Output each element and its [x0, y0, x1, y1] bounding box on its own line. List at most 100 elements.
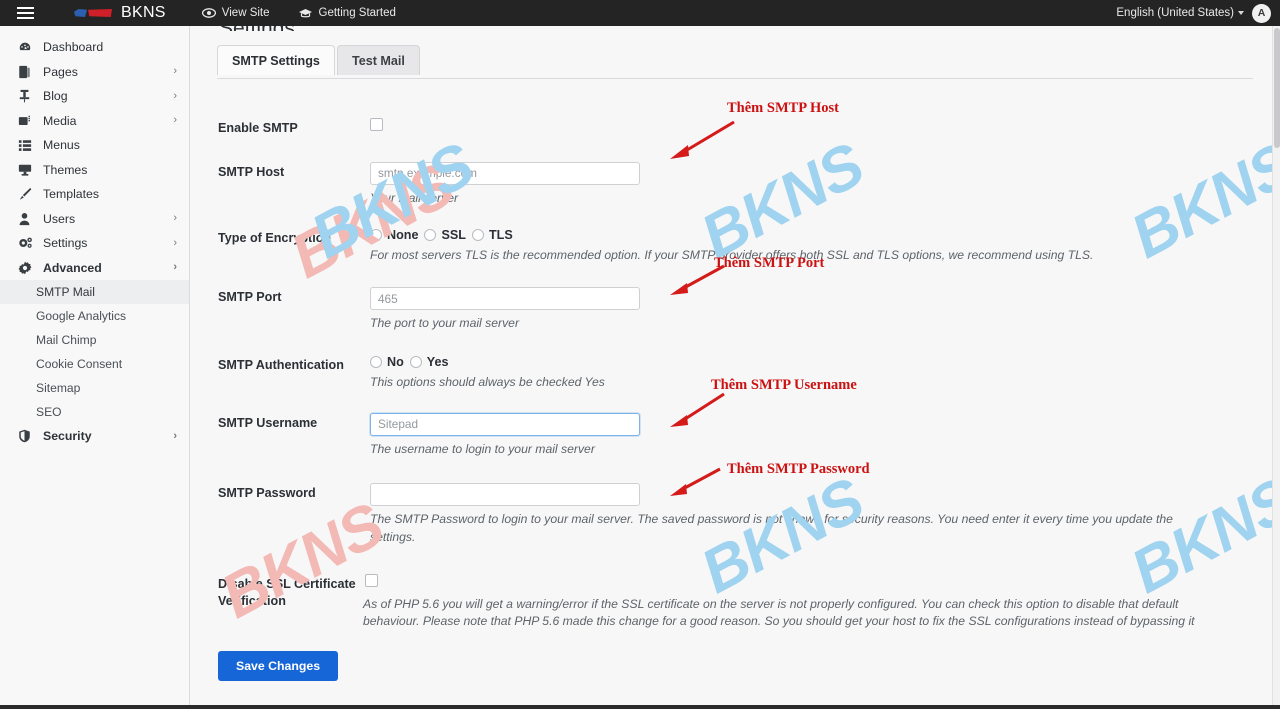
smtp-port-input[interactable]	[370, 287, 640, 311]
user-icon	[18, 212, 38, 226]
encryption-option-ssl[interactable]: SSL	[424, 228, 466, 242]
sidebar-subitem-label: SMTP Mail	[36, 285, 95, 299]
smtp-host-help: Your mail server	[370, 190, 459, 205]
getting-started-link[interactable]: Getting Started	[298, 7, 396, 19]
sidebar-item-dashboard[interactable]: Dashboard	[0, 35, 189, 60]
smtp-auth-option-yes[interactable]: Yes	[409, 354, 449, 369]
field-row-disable-ssl: Disable SSL Certificate Verification As …	[191, 573, 1272, 631]
sidebar-item-smtp-mail[interactable]: SMTP Mail	[0, 280, 189, 304]
graduation-cap-icon	[298, 8, 313, 19]
sidebar-item-label: Media	[43, 113, 77, 128]
smtp-port-help: The port to your mail server	[370, 316, 520, 331]
tab-smtp-settings[interactable]: SMTP Settings	[217, 45, 335, 75]
annotation-smtp-host: Thêm SMTP Host	[727, 100, 839, 116]
sidebar-item-advanced[interactable]: Advanced ›	[0, 256, 189, 281]
encryption-label: Type of Encryption	[218, 230, 332, 245]
sidebar-item-users[interactable]: Users ›	[0, 207, 189, 232]
shield-icon	[18, 429, 38, 443]
arrow-smtp-host-icon	[670, 120, 735, 159]
radio-icon	[370, 355, 382, 368]
smtp-auth-option-no[interactable]: No	[370, 355, 404, 369]
tab-test-mail[interactable]: Test Mail	[336, 45, 420, 75]
sidebar-subitem-label: Google Analytics	[36, 309, 127, 323]
smtp-password-help: The SMTP Password to login to your mail …	[370, 512, 1173, 544]
pin-icon	[18, 89, 38, 103]
smtp-username-label: SMTP Username	[218, 415, 318, 430]
hamburger-icon[interactable]	[8, 0, 42, 26]
language-label: English (United States)	[1116, 7, 1234, 19]
encryption-radio-group: None SSL TLS	[370, 228, 1272, 242]
speedometer-icon	[18, 40, 38, 54]
sidebar-subitem-label: Mail Chimp	[36, 333, 97, 347]
view-site-link[interactable]: View Site	[201, 7, 270, 19]
field-row-smtp-host: SMTP Host Your mail server	[191, 161, 1272, 207]
top-bar: BKNS View Site Getting Started English (…	[0, 0, 1280, 26]
enable-smtp-label: Enable SMTP	[218, 121, 298, 135]
sidebar-item-pages[interactable]: Pages ›	[0, 60, 189, 85]
window-bottom-edge	[0, 705, 1280, 709]
save-button[interactable]: Save Changes	[218, 650, 339, 681]
field-row-smtp-username: SMTP Username The username to login to y…	[191, 412, 1272, 458]
theme-icon	[18, 163, 38, 177]
annotation-smtp-port: Thêm SMTP Port	[714, 255, 825, 271]
brush-icon	[18, 187, 38, 201]
smtp-auth-option-label: Yes	[426, 354, 449, 369]
sidebar-item-sitemap[interactable]: Sitemap	[0, 376, 189, 400]
sidebar-item-label: Settings	[43, 236, 88, 251]
tab-bar: SMTP Settings Test Mail	[217, 45, 420, 75]
view-site-label: View Site	[221, 7, 270, 19]
sidebar-item-themes[interactable]: Themes	[0, 158, 189, 183]
tab-label: SMTP Settings	[232, 54, 320, 68]
tab-divider	[217, 78, 1253, 79]
field-row-save: Save Changes	[191, 650, 1272, 681]
chevron-right-icon: ›	[173, 236, 177, 249]
sidebar-item-seo[interactable]: SEO	[0, 400, 189, 424]
encryption-option-tls[interactable]: TLS	[471, 228, 513, 242]
sidebar-item-security[interactable]: Security ›	[0, 424, 189, 449]
language-selector[interactable]: English (United States)	[1116, 7, 1244, 19]
pages-icon	[18, 65, 38, 79]
sidebar-item-label: Blog	[43, 89, 68, 104]
disable-ssl-checkbox[interactable]	[365, 573, 378, 587]
sidebar-item-label: Dashboard	[43, 40, 104, 55]
arrow-smtp-password-icon	[670, 467, 721, 496]
avatar[interactable]: A	[1252, 3, 1271, 23]
sidebar-item-menus[interactable]: Menus	[0, 133, 189, 158]
smtp-username-input[interactable]	[370, 412, 640, 436]
sidebar-item-media[interactable]: Media ›	[0, 109, 189, 134]
scrollbar-thumb[interactable]	[1274, 28, 1280, 148]
sidebar-item-label: Menus	[43, 138, 80, 153]
sidebar-item-label: Templates	[43, 187, 100, 202]
sidebar-item-mail-chimp[interactable]: Mail Chimp	[0, 328, 189, 352]
annotation-smtp-username: Thêm SMTP Username	[711, 377, 857, 393]
field-row-smtp-password: SMTP Password The SMTP Password to login…	[191, 483, 1272, 546]
sidebar-item-blog[interactable]: Blog ›	[0, 84, 189, 109]
arrow-smtp-port-icon	[670, 264, 725, 295]
smtp-host-input[interactable]	[370, 161, 640, 185]
page-title: Settings	[219, 26, 295, 31]
arrow-smtp-username-icon	[670, 392, 725, 427]
sidebar-item-cookie-consent[interactable]: Cookie Consent	[0, 352, 189, 376]
sidebar-subitem-label: SEO	[36, 405, 62, 419]
encryption-option-none[interactable]: None	[370, 228, 418, 242]
sidebar-item-settings[interactable]: Settings ›	[0, 231, 189, 256]
chevron-right-icon: ›	[173, 429, 177, 442]
sidebar-item-google-analytics[interactable]: Google Analytics	[0, 304, 189, 328]
enable-smtp-checkbox[interactable]	[370, 118, 383, 131]
smtp-port-label: SMTP Port	[218, 290, 282, 305]
media-icon	[18, 114, 38, 128]
radio-icon	[370, 228, 382, 241]
smtp-auth-radio-group: No Yes	[370, 355, 1272, 369]
radio-icon	[471, 228, 484, 241]
field-row-smtp-port: SMTP Port The port to your mail server	[191, 287, 1272, 332]
smtp-host-label: SMTP Host	[218, 164, 285, 179]
smtp-auth-label: SMTP Authentication	[218, 357, 344, 372]
getting-started-label: Getting Started	[318, 7, 396, 19]
top-right-group: English (United States) A	[1116, 3, 1271, 23]
chevron-right-icon: ›	[173, 114, 177, 127]
smtp-password-input[interactable]	[370, 483, 640, 507]
eye-icon	[201, 8, 216, 18]
sidebar-item-templates[interactable]: Templates	[0, 182, 189, 207]
vertical-scrollbar[interactable]	[1272, 26, 1280, 709]
annotation-smtp-password: Thêm SMTP Password	[727, 461, 870, 477]
